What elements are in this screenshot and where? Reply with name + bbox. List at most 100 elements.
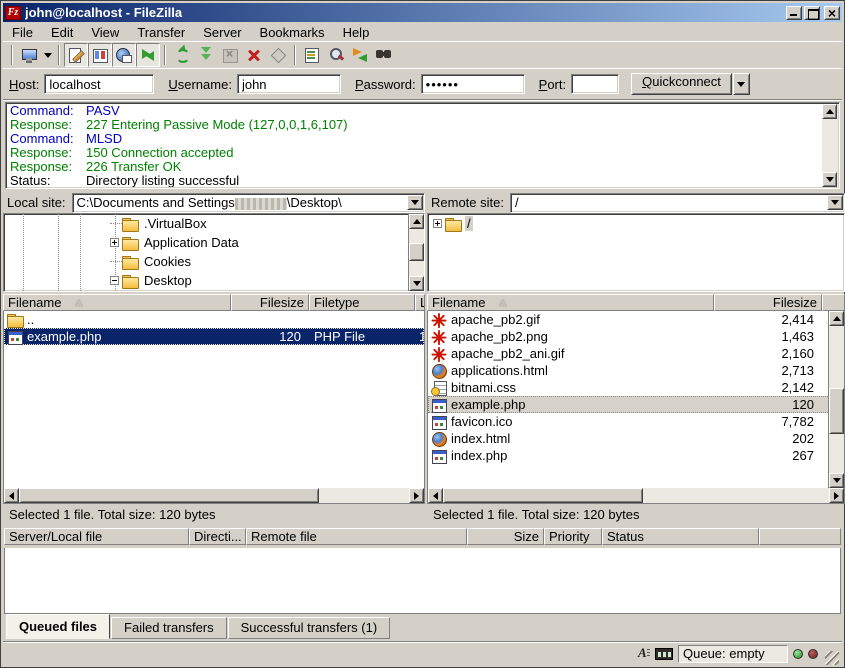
column-header-filesize[interactable]: Filesize: [231, 294, 309, 311]
maximize-button[interactable]: [804, 6, 820, 20]
cancel-operation-button[interactable]: [218, 43, 242, 67]
tree-item-virtualbox[interactable]: .VirtualBox: [4, 214, 424, 233]
file-row[interactable]: index.html 202: [428, 430, 844, 447]
scroll-left-button[interactable]: [4, 488, 19, 503]
remote-site-dropdown-button[interactable]: [827, 195, 843, 210]
scroll-down-button[interactable]: [829, 473, 844, 488]
scroll-right-button[interactable]: [829, 488, 844, 503]
tree-item-cookies[interactable]: Cookies: [4, 252, 424, 271]
column-header-filesize[interactable]: Filesize: [714, 294, 822, 311]
scroll-down-button[interactable]: [822, 172, 837, 187]
local-site-dropdown-button[interactable]: [407, 195, 423, 210]
toggle-transfer-queue-button[interactable]: [136, 43, 160, 67]
column-header-direction[interactable]: Directi...: [189, 528, 246, 545]
file-row[interactable]: apache_pb2.gif 2,414: [428, 311, 844, 328]
site-manager-button[interactable]: [17, 43, 41, 67]
menu-bookmarks[interactable]: Bookmarks: [251, 24, 334, 41]
process-queue-button[interactable]: [194, 43, 218, 67]
reconnect-icon: [270, 47, 286, 63]
remote-horizontal-scrollbar[interactable]: [427, 488, 845, 504]
file-row-updir[interactable]: ..: [4, 311, 424, 328]
scrollbar-thumb[interactable]: [409, 243, 424, 261]
scrollbar-thumb[interactable]: [829, 388, 844, 434]
port-input[interactable]: [571, 74, 619, 94]
column-header-filename[interactable]: Filename: [3, 294, 231, 311]
column-header-filetype[interactable]: Filetype: [309, 294, 415, 311]
file-row[interactable]: index.php 267: [428, 447, 844, 464]
file-row[interactable]: applications.html 2,713: [428, 362, 844, 379]
host-label: Host:: [9, 77, 39, 92]
scroll-up-button[interactable]: [829, 311, 844, 326]
file-row[interactable]: apache_pb2_ani.gif 2,160: [428, 345, 844, 362]
folder-icon: [122, 255, 139, 269]
tree-item-root[interactable]: /: [428, 214, 844, 233]
username-input[interactable]: [237, 74, 341, 94]
disconnect-button[interactable]: [242, 43, 266, 67]
local-horizontal-scrollbar[interactable]: [3, 488, 425, 504]
toggle-remote-tree-button[interactable]: [112, 43, 136, 67]
toggle-local-tree-button[interactable]: [88, 43, 112, 67]
scrollbar-thumb[interactable]: [19, 488, 319, 503]
close-button[interactable]: [824, 6, 840, 20]
menu-help[interactable]: Help: [334, 24, 379, 41]
filter-button[interactable]: [300, 43, 324, 67]
local-site-row: Local site: C:\Documents and Settings\De…: [3, 192, 425, 213]
tab-failed-transfers[interactable]: Failed transfers: [111, 617, 227, 639]
toggle-message-log-button[interactable]: [64, 43, 88, 67]
log-scrollbar[interactable]: [822, 104, 838, 187]
remote-site-row: Remote site: /: [427, 192, 845, 213]
password-input[interactable]: [421, 74, 525, 94]
file-row[interactable]: favicon.ico 7,782: [428, 413, 844, 430]
scroll-left-button[interactable]: [428, 488, 443, 503]
column-header-size[interactable]: Size: [467, 528, 544, 545]
file-row[interactable]: apache_pb2.png 1,463: [428, 328, 844, 345]
menu-transfer[interactable]: Transfer: [128, 24, 194, 41]
scrollbar-thumb[interactable]: [443, 488, 643, 503]
expand-icon[interactable]: [433, 219, 442, 228]
column-header-priority[interactable]: Priority: [544, 528, 602, 545]
synchronized-browsing-button[interactable]: [348, 43, 372, 67]
directory-comparison-button[interactable]: [324, 43, 348, 67]
tree-item-desktop[interactable]: Desktop: [4, 271, 424, 290]
speed-limits-icon[interactable]: [655, 648, 673, 660]
resize-grip[interactable]: [825, 651, 839, 665]
reconnect-button[interactable]: [266, 43, 290, 67]
title-bar[interactable]: john@localhost - FileZilla: [3, 3, 842, 22]
column-header-filename[interactable]: Filename: [427, 294, 714, 311]
process-queue-icon: [198, 47, 214, 63]
find-files-button[interactable]: [372, 43, 396, 67]
menu-file[interactable]: File: [3, 24, 42, 41]
refresh-button[interactable]: [170, 43, 194, 67]
scroll-up-button[interactable]: [409, 214, 424, 229]
file-row-example-php[interactable]: example.php 120: [428, 396, 844, 413]
column-header-status[interactable]: Status: [602, 528, 759, 545]
scroll-right-button[interactable]: [409, 488, 424, 503]
remote-site-combobox[interactable]: /: [510, 193, 845, 213]
site-manager-dropdown-button[interactable]: [41, 44, 54, 66]
minimize-button[interactable]: [786, 6, 802, 20]
scroll-down-button[interactable]: [409, 276, 424, 291]
menu-view[interactable]: View: [82, 24, 128, 41]
php-file-icon: [431, 398, 448, 412]
tree-item-application-data[interactable]: Application Data: [4, 233, 424, 252]
file-row[interactable]: bitnami.css 2,142: [428, 379, 844, 396]
expand-icon[interactable]: [110, 238, 119, 247]
quickconnect-dropdown-button[interactable]: [733, 73, 750, 95]
column-header-last-modified[interactable]: L: [415, 294, 425, 311]
tab-successful-transfers[interactable]: Successful transfers (1): [228, 617, 391, 639]
collapse-icon[interactable]: [110, 276, 119, 285]
port-label: Port:: [539, 77, 566, 92]
column-header-server-local-file[interactable]: Server/Local file: [4, 528, 189, 545]
remote-list-scrollbar[interactable]: [828, 311, 844, 488]
menu-edit[interactable]: Edit: [42, 24, 82, 41]
column-header-remote-file[interactable]: Remote file: [246, 528, 467, 545]
local-site-combobox[interactable]: C:\Documents and Settings\Desktop\: [72, 193, 425, 213]
scroll-up-button[interactable]: [822, 104, 837, 119]
tab-queued-files[interactable]: Queued files: [6, 614, 110, 639]
apache-feather-icon: [431, 347, 448, 361]
menu-server[interactable]: Server: [194, 24, 250, 41]
local-tree-scrollbar[interactable]: [408, 214, 424, 291]
file-row-example-php[interactable]: example.php 120 PHP File 1: [4, 328, 424, 345]
quickconnect-button[interactable]: Quickconnect: [631, 73, 732, 95]
host-input[interactable]: [44, 74, 154, 94]
